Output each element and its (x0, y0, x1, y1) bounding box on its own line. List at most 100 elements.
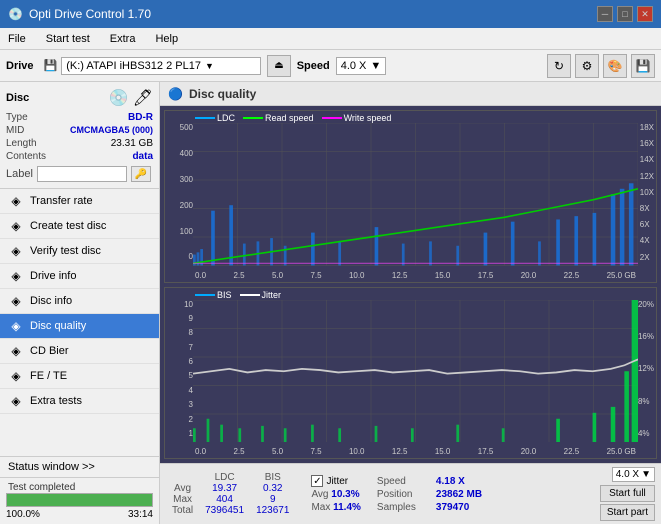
menu-bar: File Start test Extra Help (0, 28, 661, 50)
length-value: 23.31 GB (111, 138, 153, 149)
speed-select[interactable]: 4.0 X ▼ (336, 57, 387, 75)
chart1-x-axis: 0.0 2.5 5.0 7.5 10.0 12.5 15.0 17.5 20.0… (195, 271, 636, 280)
speed-label: Speed (297, 60, 330, 72)
quality-icon: 🔵 (168, 87, 183, 101)
verify-test-disc-icon: ◈ (8, 244, 24, 258)
disc-panel: Disc 💿 🖊 Type BD-R MID CMCMAGBA5 (000) L… (0, 82, 159, 189)
disc-info-icon: ◈ (8, 294, 24, 308)
bis-color (195, 294, 215, 296)
nav-transfer-rate[interactable]: ◈ Transfer rate (0, 189, 159, 214)
main-layout: Disc 💿 🖊 Type BD-R MID CMCMAGBA5 (000) L… (0, 82, 661, 524)
speed-info: Speed 4.18 X Position 23862 MB Samples 3… (377, 476, 482, 513)
jitter-label: Jitter (262, 290, 282, 300)
quality-title: Disc quality (189, 87, 256, 101)
speed-info-label: Speed (377, 476, 432, 487)
ldc-color (195, 117, 215, 119)
extra-tests-icon: ◈ (8, 394, 24, 408)
content-area: 🔵 Disc quality LDC Read speed Write spee… (160, 82, 661, 524)
drive-select-arrow: ▼ (205, 61, 214, 71)
menu-help[interactable]: Help (151, 31, 182, 47)
progress-time: 33:14 (128, 509, 153, 520)
eject-button[interactable]: ⏏ (267, 55, 290, 77)
start-part-button[interactable]: Start part (600, 504, 655, 521)
nav-drive-info[interactable]: ◈ Drive info (0, 264, 159, 289)
mid-label: MID (6, 125, 24, 136)
save-icon[interactable]: 💾 (631, 54, 655, 78)
nav-items: ◈ Transfer rate ◈ Create test disc ◈ Ver… (0, 189, 159, 414)
transfer-rate-icon: ◈ (8, 194, 24, 208)
ldc-label: LDC (217, 113, 235, 123)
settings-icon[interactable]: ⚙ (575, 54, 599, 78)
cd-bier-icon: ◈ (8, 344, 24, 358)
chart2-legend: BIS Jitter (195, 290, 281, 300)
refresh-icon[interactable]: ↻ (547, 54, 571, 78)
total-ldc: 7396451 (199, 505, 250, 516)
ldc-column-header: LDC (199, 472, 250, 483)
quality-header: 🔵 Disc quality (160, 82, 661, 106)
length-label: Length (6, 138, 37, 149)
type-label: Type (6, 112, 28, 123)
menu-start-test[interactable]: Start test (42, 31, 94, 47)
chart-ldc: LDC Read speed Write speed 500 400 300 2… (164, 110, 657, 283)
chart2-x-axis: 0.0 2.5 5.0 7.5 10.0 12.5 15.0 17.5 20.0… (195, 447, 636, 456)
nav-fe-te[interactable]: ◈ FE / TE (0, 364, 159, 389)
progress-percent: 100.0% (6, 509, 40, 520)
chart2-y-axis-left: 10 9 8 7 6 5 4 3 2 1 (167, 300, 193, 439)
stats-area: LDC BIS Avg 19.37 0.32 Max 404 9 Total (160, 463, 661, 524)
disc-icon: 💿 (109, 88, 129, 108)
label-input[interactable] (37, 166, 127, 182)
nav-verify-test-disc[interactable]: ◈ Verify test disc (0, 239, 159, 264)
max-ldc: 404 (199, 494, 250, 505)
status-window-button[interactable]: Status window >> (0, 457, 159, 478)
type-value: BD-R (128, 112, 153, 123)
drive-info-icon: ◈ (8, 269, 24, 283)
status-bar: Status window >> Test completed 100.0% 3… (0, 456, 159, 524)
app-title: Opti Drive Control 1.70 (29, 7, 151, 21)
jitter-checkbox-row[interactable]: ✓ Jitter (311, 475, 360, 487)
drive-select[interactable]: (K:) ATAPI iHBS312 2 PL17 ▼ (61, 57, 261, 75)
nav-disc-info[interactable]: ◈ Disc info (0, 289, 159, 314)
menu-file[interactable]: File (4, 31, 30, 47)
maximize-button[interactable]: □ (617, 6, 633, 22)
status-text: Test completed (6, 482, 153, 493)
label-edit-button[interactable]: 🔑 (131, 166, 151, 182)
read-label: Read speed (265, 113, 314, 123)
total-bis: 123671 (250, 505, 295, 516)
max-row-label: Max (166, 494, 199, 505)
nav-cd-bier[interactable]: ◈ CD Bier (0, 339, 159, 364)
progress-bar-fill (7, 494, 152, 506)
start-full-button[interactable]: Start full (600, 485, 655, 502)
jitter-stats: ✓ Jitter Avg 10.3% Max 11.4% (311, 475, 360, 513)
stats-table: LDC BIS Avg 19.37 0.32 Max 404 9 Total (166, 472, 295, 516)
label-label: Label (6, 168, 33, 180)
disc-arrow-icon: 🖊 (133, 88, 153, 108)
sidebar: Disc 💿 🖊 Type BD-R MID CMCMAGBA5 (000) L… (0, 82, 160, 524)
avg-bis: 0.32 (250, 483, 295, 494)
close-button[interactable]: ✕ (637, 6, 653, 22)
jitter-avg: 10.3% (331, 489, 359, 500)
speed-arrow-icon: ▼ (370, 60, 381, 72)
menu-extra[interactable]: Extra (106, 31, 140, 47)
read-color (243, 117, 263, 119)
speed-select-stats[interactable]: 4.0 X ▼ (612, 467, 655, 482)
jitter-checkbox[interactable]: ✓ (311, 475, 323, 487)
chart-bis: BIS Jitter 10 9 8 7 6 5 4 3 2 1 20% (164, 287, 657, 460)
position-value: 23862 MB (436, 489, 482, 500)
minimize-button[interactable]: ─ (597, 6, 613, 22)
nav-create-test-disc[interactable]: ◈ Create test disc (0, 214, 159, 239)
title-bar: 💿 Opti Drive Control 1.70 ─ □ ✕ (0, 0, 661, 28)
write-label: Write speed (344, 113, 392, 123)
nav-extra-tests[interactable]: ◈ Extra tests (0, 389, 159, 414)
nav-disc-quality[interactable]: ◈ Disc quality (0, 314, 159, 339)
chart2-svg (193, 300, 638, 443)
progress-area: Test completed 100.0% 33:14 (0, 478, 159, 524)
disc-quality-icon: ◈ (8, 319, 24, 333)
controls-right: 4.0 X ▼ Start full Start part (596, 467, 655, 521)
progress-bar (6, 493, 153, 507)
avg-ldc: 19.37 (199, 483, 250, 494)
samples-value: 379470 (436, 502, 469, 513)
jitter-color (240, 294, 260, 296)
window-controls: ─ □ ✕ (597, 6, 653, 22)
paint-icon[interactable]: 🎨 (603, 54, 627, 78)
contents-label: Contents (6, 151, 46, 162)
